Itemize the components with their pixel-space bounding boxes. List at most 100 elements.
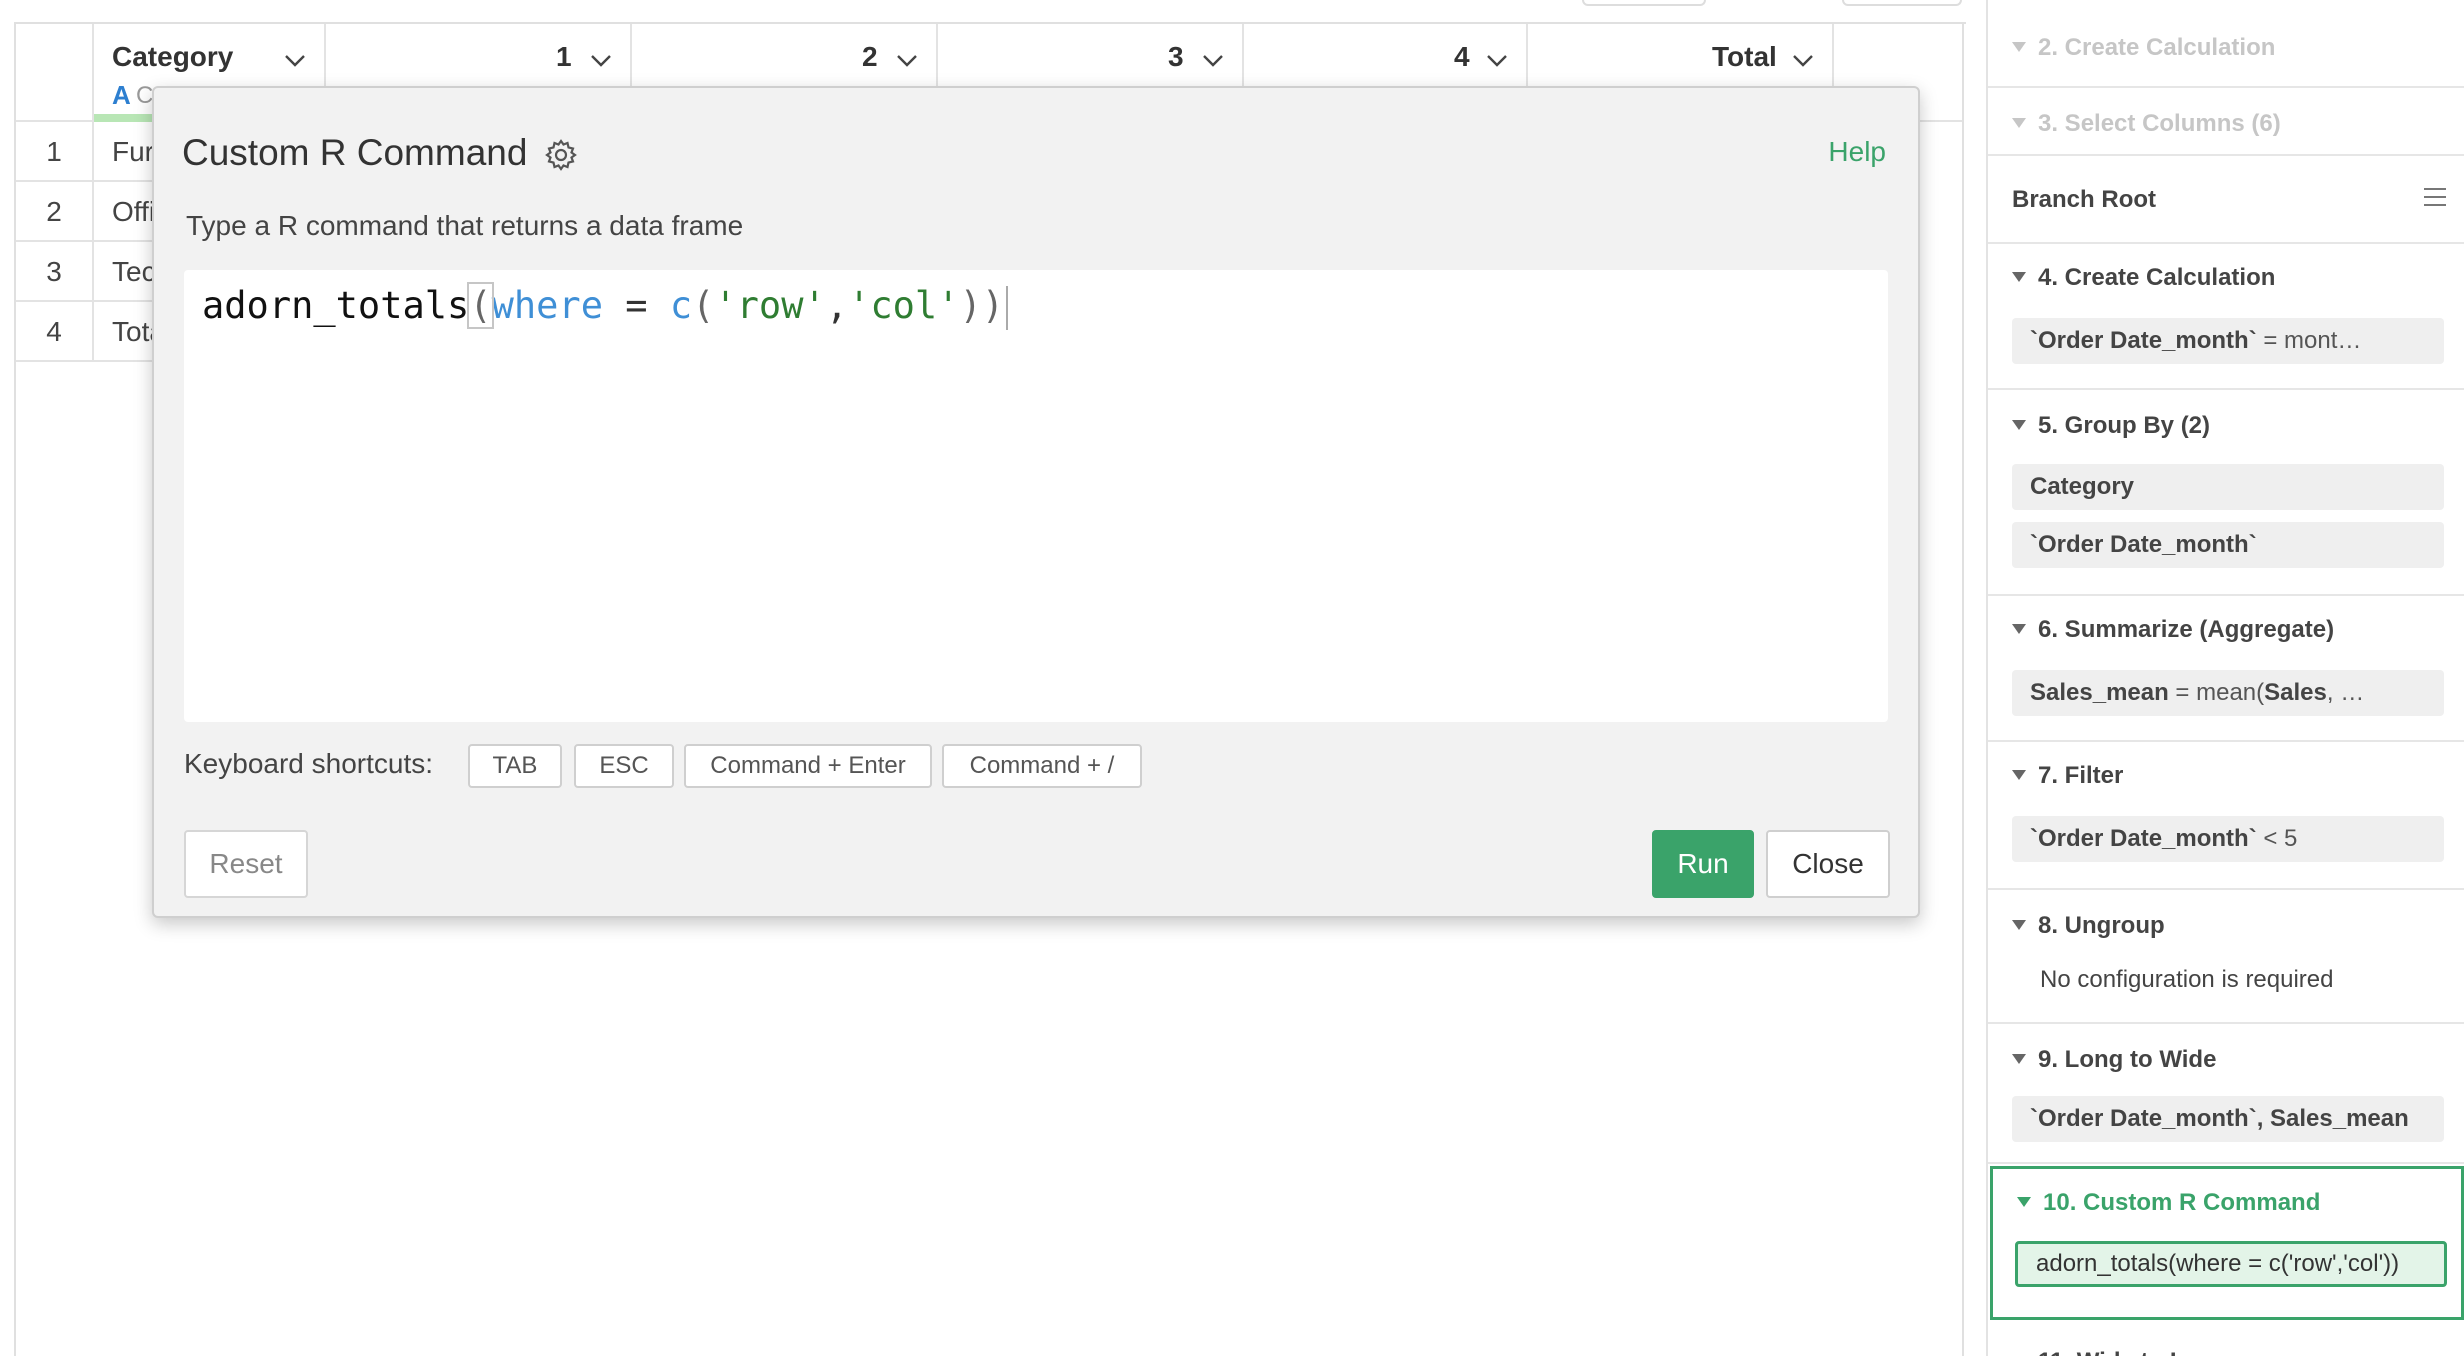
shortcut-command-slash: Command + / [942,744,1142,788]
chip-bold-text: Sales_mean [2030,679,2169,706]
shortcut-command-enter: Command + Enter [684,744,932,788]
step-chip[interactable]: Sales_mean = mean(Sales, … [2012,670,2444,716]
step-title: 11. Wide to Long [2038,1348,2228,1356]
step-header[interactable]: 8. Ungroup [2012,912,2165,940]
chevron-down-icon[interactable] [1200,48,1226,74]
reset-button[interactable]: Reset [184,830,308,898]
step-header[interactable]: 11. Wide to Long [2012,1348,2228,1356]
triangle-down-icon [2012,117,2026,128]
column-label: 2 [862,41,878,72]
step-header[interactable]: 9. Long to Wide [2012,1046,2216,1074]
run-button[interactable]: Run [1652,830,1754,898]
step-11[interactable]: 11. Wide to Long [1988,1322,2464,1356]
custom-r-command-dialog: Custom R Command Help Type a R command t… [152,86,1920,918]
step-chip[interactable]: `Order Date_month` < 5 [2012,816,2444,862]
step-title: 4. Create Calculation [2038,264,2276,291]
step-note: No configuration is required [2040,966,2334,993]
step-header[interactable]: 5. Group By (2) [2012,412,2210,440]
step-4[interactable]: 4. Create Calculation `Order Date_month`… [1988,244,2464,390]
row-number-header [16,24,94,122]
step-chip[interactable]: Category [2012,464,2444,510]
chip-text: = mean( [2168,679,2265,706]
shortcuts-label: Keyboard shortcuts: [184,748,434,779]
chip-bold-text: `Order Date_month`, Sales_mean [2030,1105,2409,1132]
step-title: 7. Filter [2038,762,2124,789]
code-c-open-paren: ( [692,284,715,327]
code-c-function: c [669,284,693,327]
triangle-down-icon [2012,271,2026,282]
step-header[interactable]: 2. Create Calculation [2012,34,2275,62]
step-chip[interactable]: `Order Date_month` [2012,522,2444,568]
step-chip[interactable]: `Order Date_month` = mont… [2012,318,2444,364]
chip-bold-text: Sales [2264,679,2327,706]
code-close-paren: ) [981,284,1004,327]
triangle-down-icon [2012,419,2026,430]
step-chip[interactable]: adorn_totals(where = c('row','col')) [2015,1241,2447,1287]
chip-bold-text: `Order Date_month` [2030,327,2257,354]
code-line[interactable]: adorn_totals(where = c('row','col')) [202,278,1008,334]
chevron-down-icon[interactable] [894,48,920,74]
step-title: 2. Create Calculation [2038,34,2276,61]
step-6[interactable]: 6. Summarize (Aggregate) Sales_mean = me… [1988,596,2464,742]
step-title: 9. Long to Wide [2038,1046,2217,1073]
chip-text: < 5 [2256,825,2298,852]
step-header[interactable]: 6. Summarize (Aggregate) [2012,616,2334,644]
column-label: 4 [1454,41,1470,72]
step-2[interactable]: 2. Create Calculation [1988,0,2464,88]
row-number: 4 [16,302,94,362]
step-header[interactable]: 3. Select Columns (6) [2012,110,2281,138]
step-title: 8. Ungroup [2038,912,2165,939]
step-header[interactable]: 10. Custom R Command [2017,1189,2320,1217]
step-header[interactable]: 4. Create Calculation [2012,264,2275,292]
step-title: 3. Select Columns (6) [2038,110,2281,137]
column-label: Total [1712,41,1777,72]
code-operator: = [602,284,670,327]
toolbar-button-stub[interactable] [1582,0,1706,6]
step-title: 6. Summarize (Aggregate) [2038,616,2335,643]
code-function-name: adorn_totals [202,284,470,327]
row-number: 3 [16,242,94,302]
step-5[interactable]: 5. Group By (2) Category `Order Date_mon… [1988,390,2464,596]
step-8[interactable]: 8. Ungroup No configuration is required [1988,890,2464,1024]
code-argument: where [491,284,603,327]
help-link[interactable]: Help [1828,136,1886,168]
hamburger-menu-icon[interactable] [2422,186,2448,208]
chip-bold-text: `Order Date_month` [2030,531,2257,558]
column-label: Category [112,41,234,72]
chevron-down-icon[interactable] [1790,48,1816,74]
step-3[interactable]: 3. Select Columns (6) [1988,88,2464,156]
column-label: 1 [556,41,572,72]
close-button[interactable]: Close [1766,830,1890,898]
step-9[interactable]: 9. Long to Wide `Order Date_month`, Sale… [1988,1024,2464,1164]
chevron-down-icon[interactable] [1484,48,1510,74]
shortcut-esc: ESC [574,744,674,788]
chip-bold-text: `Order Date_month` [2030,825,2257,852]
triangle-down-icon [2012,1053,2026,1064]
code-comma: , [825,284,849,327]
step-10-active[interactable]: 10. Custom R Command adorn_totals(where … [1990,1166,2464,1320]
step-title: 5. Group By (2) [2038,412,2211,439]
step-title: 10. Custom R Command [2043,1189,2321,1216]
chevron-down-icon[interactable] [282,48,308,74]
string-type-icon: A [112,80,131,110]
column-type-text: C [136,82,154,109]
steps-panel: 2. Create Calculation 3. Select Columns … [1986,0,2464,1356]
code-open-paren: ( [467,282,494,329]
chip-bold-text: Category [2030,473,2135,500]
branch-label: Branch Root [2012,186,2156,213]
toolbar-button-stub[interactable] [1842,0,1962,6]
row-number: 2 [16,182,94,242]
step-header[interactable]: 7. Filter [2012,762,2123,790]
triangle-down-icon [2012,623,2026,634]
chip-text: , … [2326,679,2365,706]
branch-root: Branch Root [1988,156,2464,244]
dialog-description: Type a R command that returns a data fra… [186,210,744,241]
code-editor[interactable]: adorn_totals(where = c('row','col')) [184,270,1888,722]
gear-icon[interactable] [544,138,578,172]
text-cursor [1006,285,1008,330]
step-chip[interactable]: `Order Date_month`, Sales_mean [2012,1096,2444,1142]
chevron-down-icon[interactable] [588,48,614,74]
step-7[interactable]: 7. Filter `Order Date_month` < 5 [1988,742,2464,890]
row-number: 1 [16,122,94,182]
code-c-close-paren: ) [959,284,982,327]
